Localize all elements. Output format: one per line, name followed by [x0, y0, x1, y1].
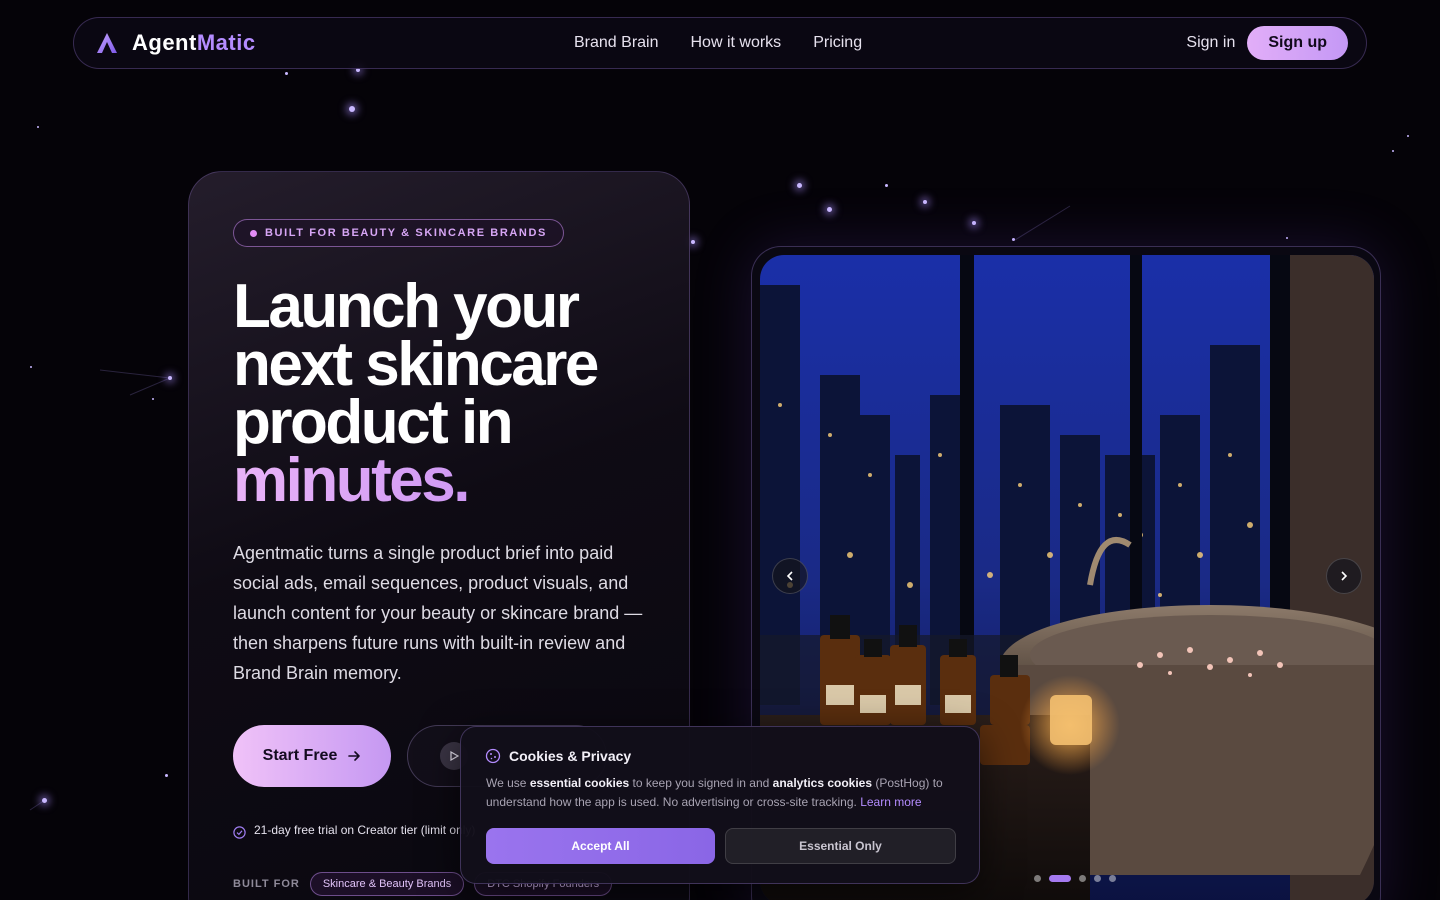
- chip-skincare-beauty: Skincare & Beauty Brands: [309, 872, 465, 896]
- headline-line-2: next skincare: [233, 330, 599, 399]
- nav-link-brand-brain[interactable]: Brand Brain: [574, 34, 659, 52]
- cookie-description: We use essential cookies to keep you sig…: [486, 774, 962, 812]
- essential-only-button[interactable]: Essential Only: [725, 828, 956, 864]
- logo-icon: [97, 33, 117, 53]
- chevron-left-icon: [786, 571, 793, 581]
- logo[interactable]: AgentMatic: [94, 30, 256, 56]
- cookie-text-part-2: to keep you signed in and: [629, 776, 773, 790]
- sign-in-link[interactable]: Sign in: [1186, 34, 1235, 52]
- logo-text-agent: Agent: [132, 30, 197, 55]
- cookie-title: Cookies & Privacy: [485, 748, 631, 764]
- nav-link-how-it-works[interactable]: How it works: [691, 34, 782, 52]
- start-free-label: Start Free: [262, 747, 338, 764]
- cookie-consent-banner: Cookies & Privacy We use essential cooki…: [460, 726, 980, 884]
- logo-text-matic: Matic: [196, 30, 256, 55]
- arrow-right-icon: [348, 751, 361, 761]
- headline-accent: minutes.: [233, 450, 673, 512]
- chevron-right-icon: [1341, 571, 1348, 581]
- carousel-dot[interactable]: [1049, 875, 1071, 882]
- carousel-dot[interactable]: [1079, 875, 1086, 882]
- hero-badge: BUILT FOR BEAUTY & SKINCARE BRANDS: [233, 219, 564, 247]
- accept-all-button[interactable]: Accept All: [486, 828, 715, 864]
- cookie-icon: [485, 748, 501, 764]
- carousel-next-button[interactable]: [1326, 558, 1362, 594]
- check-circle-icon: [233, 826, 246, 839]
- cookie-title-text: Cookies & Privacy: [509, 748, 632, 764]
- carousel-dot[interactable]: [1034, 875, 1041, 882]
- trial-note-text: 21-day free trial on Creator tier (limit…: [254, 823, 476, 837]
- built-for-label: BUILT FOR: [233, 878, 300, 890]
- nav-links: Brand Brain How it works Pricing: [574, 34, 862, 52]
- hero-subtitle: Agentmatic turns a single product brief …: [233, 543, 643, 683]
- carousel-dot[interactable]: [1094, 875, 1101, 882]
- start-free-button[interactable]: Start Free: [233, 725, 391, 787]
- learn-more-link[interactable]: Learn more: [860, 795, 921, 809]
- hero-headline: Launch your next skincare product in min…: [233, 272, 673, 512]
- carousel-prev-button[interactable]: [772, 558, 808, 594]
- cookie-text-analytics: analytics cookies: [772, 776, 873, 790]
- top-navbar: AgentMatic Brand Brain How it works Pric…: [73, 17, 1367, 69]
- carousel-dots: [1034, 875, 1116, 882]
- logo-wordmark: AgentMatic: [132, 30, 256, 56]
- badge-label: BUILT FOR BEAUTY & SKINCARE BRANDS: [265, 227, 547, 239]
- headline-line-1: Launch your: [233, 272, 580, 341]
- sign-up-button[interactable]: Sign up: [1247, 26, 1348, 60]
- badge-dot: [250, 229, 257, 237]
- carousel-dot[interactable]: [1109, 875, 1116, 882]
- cookie-text-part-1: We use: [486, 776, 530, 790]
- cookie-text-essential: essential cookies: [529, 776, 630, 790]
- headline-line-3: product in: [233, 388, 514, 457]
- nav-link-pricing[interactable]: Pricing: [813, 34, 862, 52]
- trial-note: 21-day free trial on Creator tier (limit…: [233, 823, 493, 839]
